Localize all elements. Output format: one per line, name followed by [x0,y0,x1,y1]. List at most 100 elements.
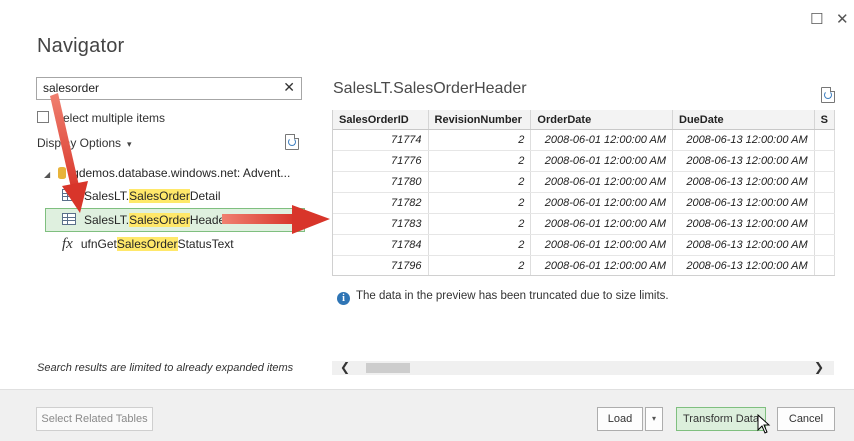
search-limit-note: Search results are limited to already ex… [37,362,294,374]
truncation-message: The data in the preview has been truncat… [356,290,669,302]
table-cell [814,213,835,235]
clear-search-icon[interactable]: ✕ [283,79,295,96]
server-label: gdemos.database.windows.net: Advent... [72,166,291,180]
header-row: SalesOrderID RevisionNumber OrderDate Du… [333,110,835,130]
select-multiple-checkbox[interactable] [37,111,49,123]
table-row: 71782 2 2008-06-01 12:00:00 AM 2008-06-13 1… [333,192,835,214]
table-cell: 2 [428,234,532,256]
column-header[interactable]: S [814,110,835,130]
truncation-info: i The data in the preview has been trunca… [337,290,669,305]
table-cell: 2 [428,150,532,172]
search-input[interactable] [37,78,273,97]
load-dropdown-button[interactable]: ▾ [645,407,663,431]
table-cell: 2 [428,255,532,275]
scroll-right-icon[interactable]: ❯ [812,360,826,374]
select-multiple-option[interactable]: Select multiple items [37,111,165,125]
preview-title: SalesLT.SalesOrderHeader [333,80,527,97]
table-row: 71796 2 2008-06-01 12:00:00 AM 2008-06-13 1… [333,255,835,275]
table-cell [814,192,835,214]
table-cell [814,129,835,151]
table-row: 71776 2 2008-06-01 12:00:00 AM 2008-06-13 1… [333,150,835,172]
column-header[interactable]: OrderDate [530,110,674,130]
chevron-down-icon: ▾ [127,139,132,149]
dialog-title: Navigator [37,35,125,57]
load-button[interactable]: Load [597,407,643,431]
search-box: ✕ [36,77,302,100]
info-icon: i [337,292,350,305]
tree-server-node[interactable]: ◢ gdemos.database.windows.net: Advent... [44,166,290,180]
scrollbar-thumb[interactable] [366,363,410,373]
mouse-cursor-icon [757,414,771,434]
table-cell: 2008-06-01 12:00:00 AM [530,150,674,172]
tree-item-salesorderdetail[interactable]: SalesLT.SalesOrderDetail [62,189,221,203]
table-cell: 2008-06-13 12:00:00 AM [672,255,815,275]
table-cell: 2008-06-13 12:00:00 AM [672,171,815,193]
item-prefix: SalesLT. [84,213,130,227]
item-suffix: StatusText [177,237,234,251]
table-cell: 2008-06-01 12:00:00 AM [530,129,674,151]
table-cell: 71780 [333,171,429,193]
search-highlight: SalesOrder [129,189,190,203]
display-options-dropdown[interactable]: Display Options ▾ [37,136,132,150]
table-icon [62,213,76,225]
item-suffix: Detail [189,189,221,203]
expand-arrow-icon[interactable]: ◢ [44,170,50,179]
scroll-left-icon[interactable]: ❮ [338,360,352,374]
table-cell: 2008-06-01 12:00:00 AM [530,171,674,193]
table-cell: 2008-06-01 12:00:00 AM [530,192,674,214]
table-cell: 71782 [333,192,429,214]
item-prefix: SalesLT. [84,189,130,203]
table-cell: 2008-06-13 12:00:00 AM [672,150,815,172]
cancel-button[interactable]: Cancel [777,407,835,431]
display-options-label: Display Options [37,136,122,150]
table-cell: 2008-06-01 12:00:00 AM [530,234,674,256]
table-cell: 71776 [333,150,429,172]
table-cell: 2008-06-13 12:00:00 AM [672,234,815,256]
table-cell: 2008-06-13 12:00:00 AM [672,129,815,151]
chevron-down-icon: ▾ [651,414,656,423]
table-cell: 2008-06-01 12:00:00 AM [530,213,674,235]
preview-table: SalesOrderID RevisionNumber OrderDate Du… [333,110,835,275]
table-row: 71783 2 2008-06-01 12:00:00 AM 2008-06-13 1… [333,213,835,235]
refresh-icon[interactable] [285,134,299,150]
tree-item-salesorderheader[interactable]: SalesLT.SalesOrderHeader [62,213,229,227]
function-icon: fx [62,236,73,252]
table-row: 71780 2 2008-06-01 12:00:00 AM 2008-06-13 1… [333,171,835,193]
table-cell: 2008-06-01 12:00:00 AM [530,255,674,275]
preview-grid: SalesOrderID RevisionNumber OrderDate Du… [332,110,835,276]
database-icon [58,167,67,179]
maximize-button[interactable]: ☐ [810,10,823,28]
table-row: 71784 2 2008-06-01 12:00:00 AM 2008-06-13 1… [333,234,835,256]
select-related-tables-button[interactable]: Select Related Tables [36,407,153,431]
table-cell: 71784 [333,234,429,256]
column-header[interactable]: SalesOrderID [333,110,429,130]
table-cell: 2008-06-13 12:00:00 AM [672,213,815,235]
close-window-button[interactable]: ✕ [836,10,849,28]
table-cell: 71783 [333,213,429,235]
column-header[interactable]: DueDate [672,110,815,130]
table-cell: 71796 [333,255,429,275]
table-cell: 2 [428,192,532,214]
table-cell: 2008-06-13 12:00:00 AM [672,192,815,214]
search-highlight: SalesOrder [116,237,178,251]
dialog-footer: Select Related Tables Load ▾ Transform D… [0,389,854,441]
table-icon [62,189,76,201]
item-suffix: Header [189,213,230,227]
preview-refresh-icon[interactable] [821,87,835,103]
table-cell [814,255,835,275]
table-cell: 71774 [333,129,429,151]
item-prefix: ufnGet [80,237,117,251]
transform-data-button[interactable]: Transform Data [676,407,766,431]
table-cell [814,234,835,256]
table-cell [814,150,835,172]
column-header[interactable]: RevisionNumber [428,110,532,130]
table-cell: 2 [428,213,532,235]
select-multiple-label: Select multiple items [55,111,166,125]
search-highlight: SalesOrder [129,213,190,227]
table-cell [814,171,835,193]
table-row: 71774 2 2008-06-01 12:00:00 AM 2008-06-13 1… [333,129,835,151]
horizontal-scrollbar[interactable]: ❮ ❯ [332,360,834,375]
tree-item-ufngetsalesorderstatustext[interactable]: fx ufnGetSalesOrderStatusText [62,236,234,253]
table-cell: 2 [428,171,532,193]
table-cell: 2 [428,129,532,151]
